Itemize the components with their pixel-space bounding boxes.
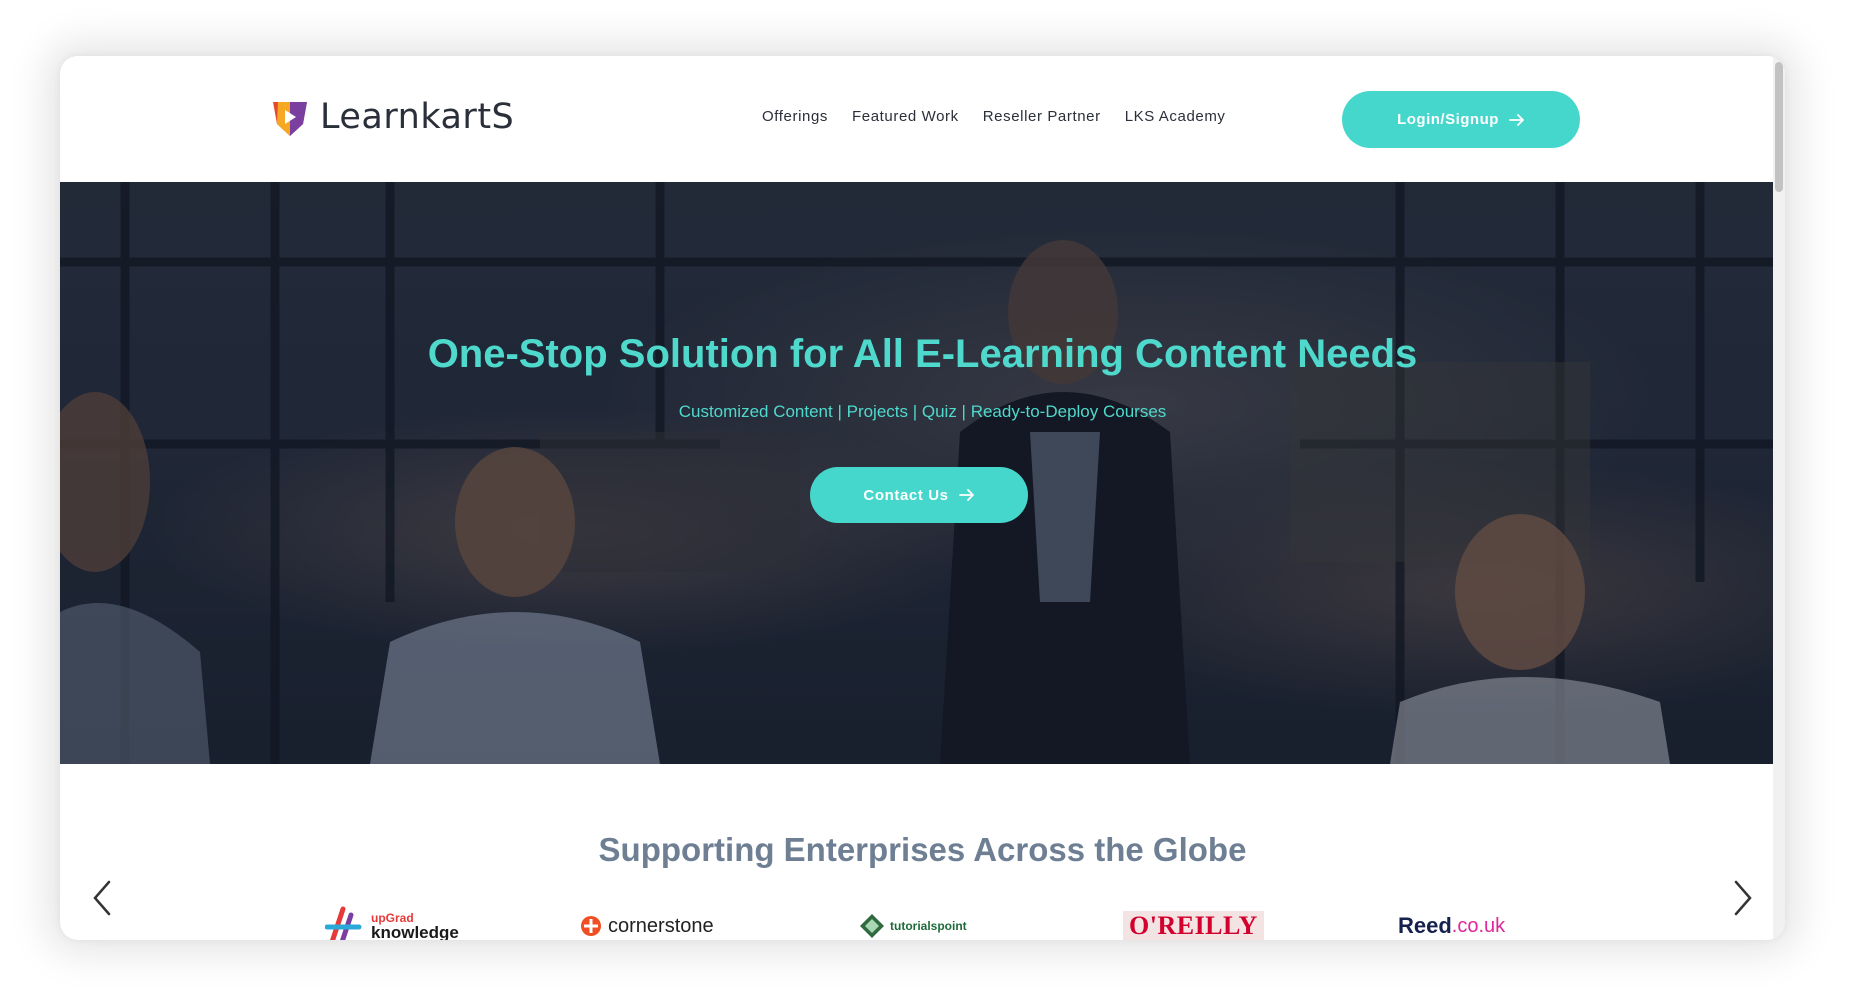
tutorialspoint-icon (860, 914, 884, 938)
page-scrollbar[interactable] (1773, 56, 1785, 940)
client-logo-oreilly: O'REILLY (1123, 901, 1264, 940)
upgrad-logo-top: upGrad (371, 910, 414, 925)
arrow-right-icon (958, 489, 974, 501)
arrow-right-icon (1509, 113, 1524, 126)
cornerstone-icon (581, 916, 601, 936)
hero-subtitle: Customized Content | Projects | Quiz | R… (678, 402, 1167, 421)
hero-title: One-Stop Solution for All E-Learning Con… (427, 332, 1418, 376)
main-menu: Offerings Featured Work Reseller Partner… (762, 108, 1226, 125)
client-logo-reed: Reed .co.uk (1398, 901, 1505, 940)
login-signup-label: Login/Signup (1397, 111, 1499, 128)
scrollbar-thumb[interactable] (1775, 62, 1783, 192)
brand-logo[interactable]: LearnkartS (270, 92, 514, 142)
clients-section-title: Supporting Enterprises Across the Globe (598, 831, 1247, 868)
client-logo-strip: upGrad knowledge cornerstone tutorialspo… (60, 901, 1785, 940)
reed-logo-text: Reed (1398, 913, 1452, 938)
oreilly-logo-text: O'REILLY (1123, 911, 1264, 940)
contact-us-label: Contact Us (863, 486, 949, 504)
cornerstone-logo-text: cornerstone (608, 914, 714, 937)
client-logo-upgrad: upGrad knowledge (325, 901, 459, 940)
upgrad-icon (325, 906, 362, 940)
nav-featured-work[interactable]: Featured Work (852, 108, 959, 125)
brand-name: LearnkartS (320, 97, 515, 137)
client-logo-tutorialspoint: tutorialspoint (858, 901, 967, 940)
tutorialspoint-logo-text: tutorialspoint (890, 919, 967, 933)
nav-reseller-partner[interactable]: Reseller Partner (983, 108, 1101, 125)
contact-us-button[interactable]: Contact Us (810, 467, 1028, 523)
nav-lks-academy[interactable]: LKS Academy (1125, 108, 1226, 125)
client-logo-cornerstone: cornerstone (580, 901, 714, 940)
site-header: LearnkartS Offerings Featured Work Resel… (60, 56, 1785, 182)
hero-section: One-Stop Solution for All E-Learning Con… (60, 182, 1785, 764)
nav-offerings[interactable]: Offerings (762, 108, 828, 125)
logo-mark-icon (273, 102, 307, 136)
browser-frame: LearnkartS Offerings Featured Work Resel… (60, 56, 1785, 940)
login-signup-button[interactable]: Login/Signup (1342, 91, 1580, 148)
reed-logo-suffix: .co.uk (1451, 914, 1506, 937)
upgrad-logo-bottom: knowledge (371, 922, 459, 941)
